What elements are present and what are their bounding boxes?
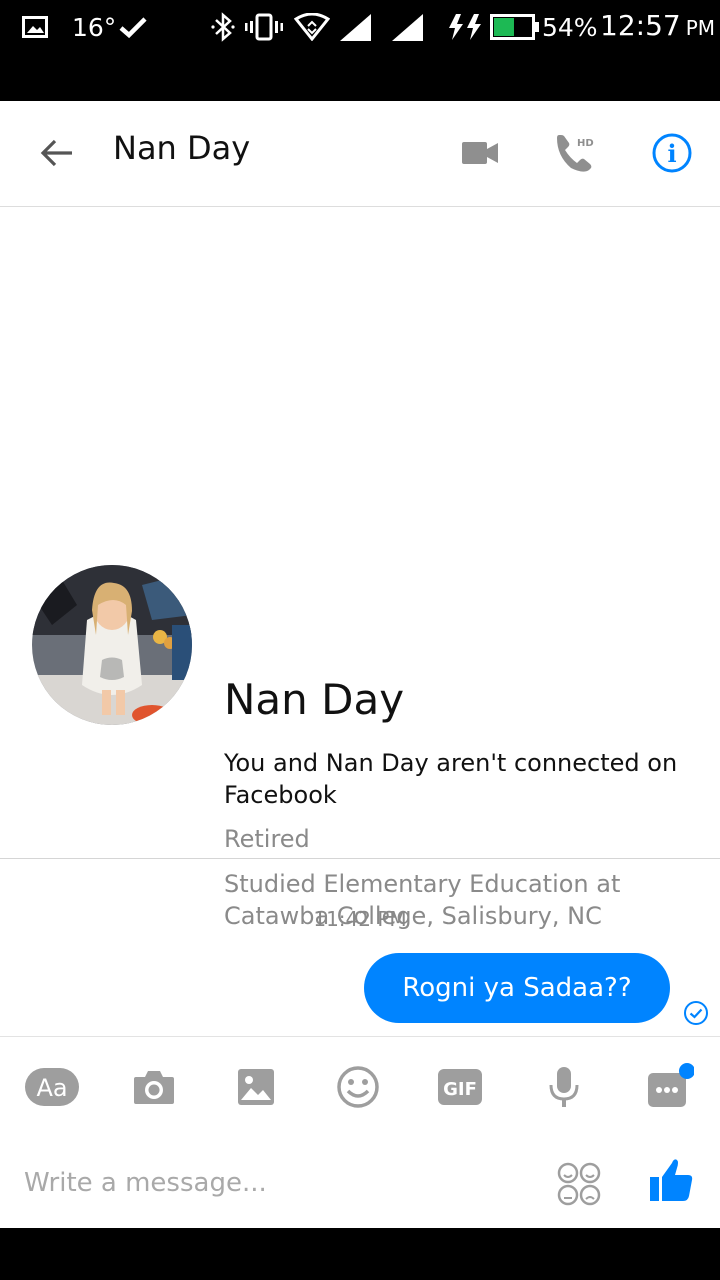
check-icon bbox=[118, 10, 148, 44]
back-arrow-icon[interactable] bbox=[34, 131, 78, 175]
gif-label: GIF bbox=[443, 1079, 477, 1100]
profile-name: Nan Day bbox=[224, 675, 405, 724]
profile-job: Retired bbox=[224, 825, 310, 853]
status-bar: 16° 54% 12:57 PM bbox=[0, 0, 720, 101]
image-icon[interactable] bbox=[226, 1057, 286, 1117]
clock-ampm: PM bbox=[685, 16, 716, 40]
info-icon[interactable]: i bbox=[650, 131, 694, 175]
more-icon[interactable] bbox=[636, 1057, 696, 1117]
signal-icon bbox=[338, 10, 372, 44]
messenger-app: Nan Day HD i Nan Day You and Nan Day are… bbox=[0, 101, 720, 1229]
microphone-icon[interactable] bbox=[534, 1057, 594, 1117]
composer: Aa GIF bbox=[0, 1036, 720, 1229]
emoji-icon[interactable] bbox=[328, 1057, 388, 1117]
bluetooth-icon bbox=[210, 10, 236, 44]
navigation-bar bbox=[0, 1228, 720, 1280]
outgoing-message-bubble[interactable]: Rogni ya Sadaa?? bbox=[364, 953, 670, 1023]
hd-label: HD bbox=[577, 138, 594, 149]
message-timestamp: 11:42 PM bbox=[313, 907, 407, 931]
text-size-icon[interactable]: Aa bbox=[22, 1057, 82, 1117]
gif-icon[interactable]: GIF bbox=[430, 1057, 490, 1117]
gallery-icon bbox=[22, 10, 48, 44]
vibrate-icon bbox=[245, 10, 283, 44]
battery-percent: 54% bbox=[542, 12, 598, 42]
wifi-icon bbox=[294, 10, 330, 44]
info-glyph: i bbox=[667, 139, 676, 168]
message-input[interactable] bbox=[24, 1161, 504, 1205]
aa-label: Aa bbox=[36, 1074, 67, 1102]
camera-icon[interactable] bbox=[124, 1057, 184, 1117]
profile-card: Nan Day You and Nan Day aren't connected… bbox=[0, 207, 720, 930]
conversation-header: Nan Day HD i bbox=[0, 101, 720, 207]
temperature: 16° bbox=[72, 12, 117, 42]
hd-phone-icon[interactable]: HD bbox=[552, 129, 598, 175]
connection-status: You and Nan Day aren't connected on Face… bbox=[224, 749, 678, 809]
stickers-icon[interactable] bbox=[556, 1161, 602, 1207]
video-camera-icon[interactable] bbox=[458, 135, 502, 171]
clock: 12:57 bbox=[600, 8, 681, 42]
sent-check-icon bbox=[683, 1000, 709, 1030]
charging-icon bbox=[446, 10, 484, 44]
avatar[interactable] bbox=[32, 565, 192, 725]
signal-icon bbox=[390, 10, 424, 44]
battery-icon bbox=[490, 10, 540, 44]
thumbs-up-icon[interactable] bbox=[646, 1155, 696, 1205]
page-title: Nan Day bbox=[113, 129, 251, 167]
